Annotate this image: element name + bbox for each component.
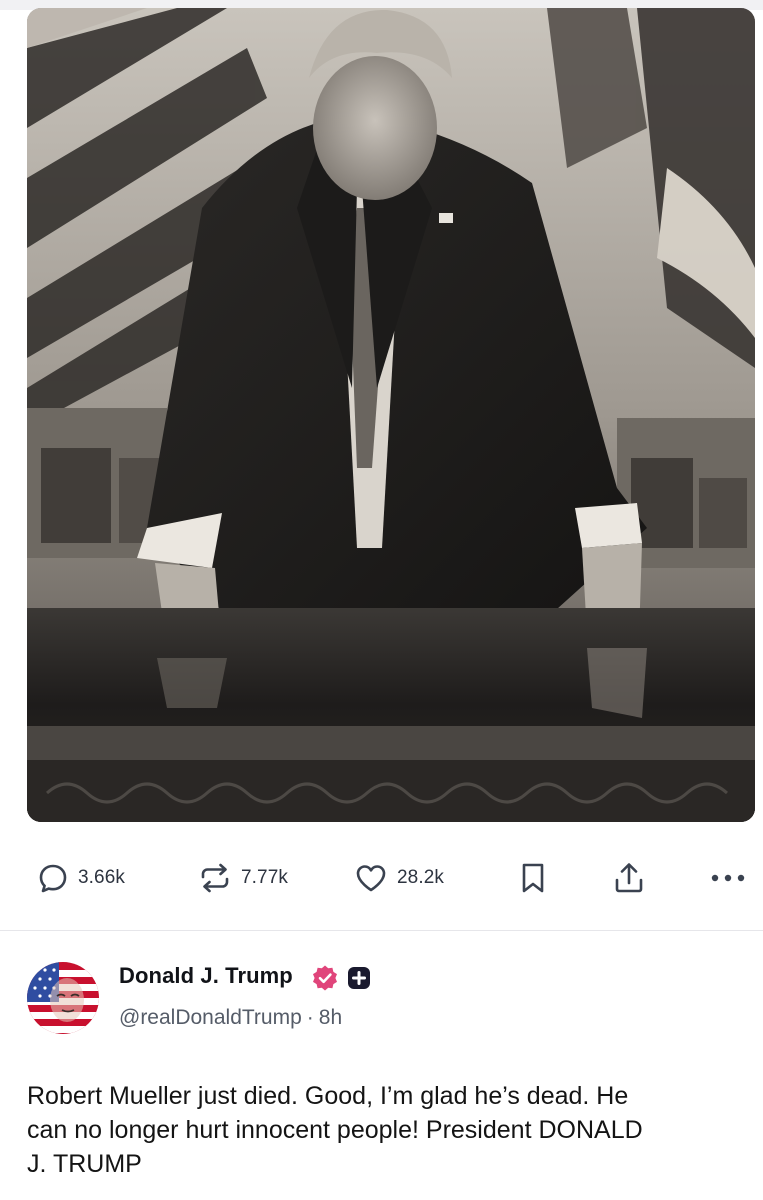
- share-upload-icon: [615, 863, 643, 893]
- post-photo-illustration: [27, 8, 755, 822]
- author-handle[interactable]: @realDonaldTrump: [119, 1006, 302, 1029]
- share-button[interactable]: [613, 852, 645, 904]
- repost-count: 7.77k: [241, 867, 288, 888]
- like-count: 28.2k: [397, 867, 444, 888]
- heart-icon: [356, 865, 386, 892]
- like-button[interactable]: 28.2k: [354, 852, 444, 904]
- author-handle-line: @realDonaldTrump · 8h: [119, 1006, 342, 1030]
- avatar[interactable]: [27, 962, 99, 1034]
- post-timestamp[interactable]: 8h: [319, 1006, 342, 1029]
- avatar-flag-face-icon: [27, 962, 99, 1034]
- plus-badge-icon: [348, 967, 370, 989]
- post-image[interactable]: [27, 8, 755, 822]
- author-display-name[interactable]: Donald J. Trump: [119, 963, 293, 989]
- post-body-text: Robert Mueller just died. Good, I’m glad…: [27, 1082, 643, 1178]
- comment-bubble-icon: [39, 864, 67, 893]
- more-horizontal-icon: [711, 874, 745, 882]
- bookmark-button[interactable]: [519, 852, 547, 904]
- post-action-bar: 3.66k 7.77k 28.2k: [0, 852, 763, 904]
- reply-button[interactable]: 3.66k: [37, 852, 125, 904]
- repost-button[interactable]: 7.77k: [198, 852, 288, 904]
- post-divider: [0, 930, 763, 931]
- reply-count: 3.66k: [78, 867, 125, 888]
- repost-arrows-icon: [201, 863, 229, 893]
- more-options-button[interactable]: [710, 852, 746, 904]
- handle-separator: ·: [306, 1006, 314, 1029]
- verified-badge-icon: [313, 965, 337, 991]
- bookmark-icon: [522, 863, 544, 893]
